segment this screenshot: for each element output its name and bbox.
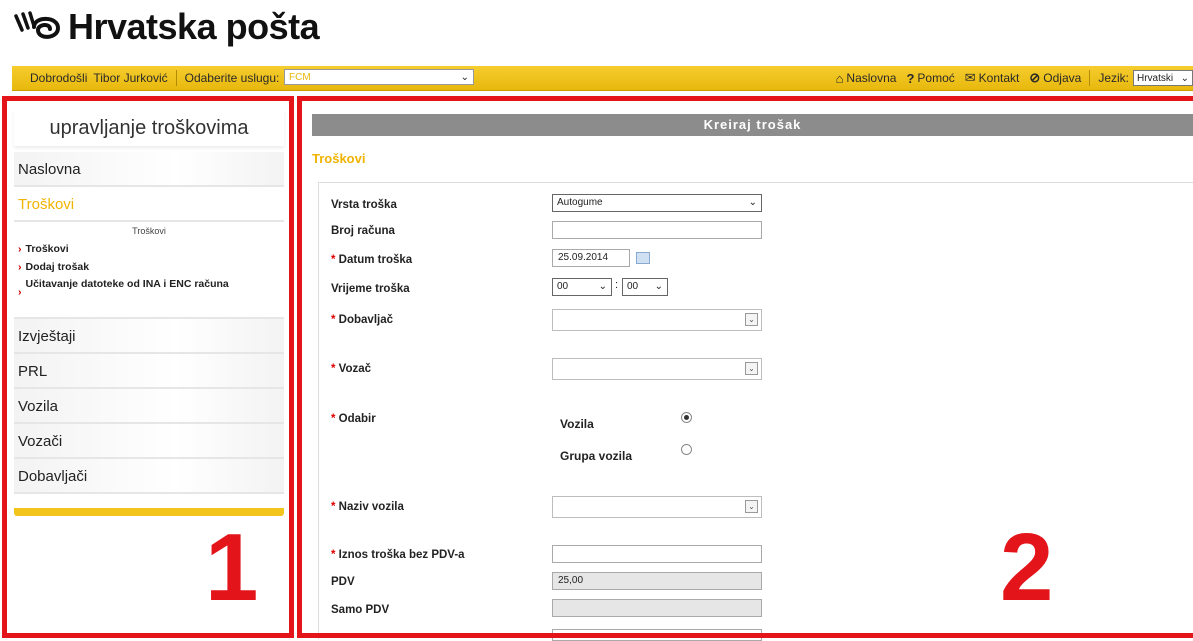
iznos-input[interactable] xyxy=(552,545,762,563)
arrow-right-icon: › xyxy=(18,261,22,273)
arrow-right-icon: › xyxy=(18,243,22,255)
iznos-label: * Iznos troška bez PDV-a xyxy=(331,549,465,561)
expense-form: Vrsta troška Autogume ⌄ Broj računa * Da… xyxy=(318,182,1193,641)
hours-select[interactable]: 00 ⌄ xyxy=(552,278,612,296)
logout-icon: ⊘ xyxy=(1029,70,1041,85)
time-separator: : xyxy=(615,279,619,291)
dobavljac-label: * Dobavljač xyxy=(331,314,393,326)
sidebar-item-troskovi[interactable]: Troškovi xyxy=(14,187,284,222)
vozac-label: * Vozač xyxy=(331,363,372,375)
service-value: FCM xyxy=(289,71,311,83)
vozac-combo[interactable]: ⌄ xyxy=(552,358,762,380)
sidebar-title: upravljanje troškovima xyxy=(14,110,284,146)
radio-grupa-vozila[interactable] xyxy=(681,444,692,455)
radio-label-vozila: Vozila xyxy=(560,417,594,431)
sidebar-item-vozila[interactable]: Vozila xyxy=(14,389,284,424)
odabir-label: * Odabir xyxy=(331,413,376,425)
chevron-down-icon: ⌄ xyxy=(748,197,757,208)
nav-contact-link[interactable]: ✉ Kontakt xyxy=(965,70,1020,86)
arrow-right-icon: › xyxy=(18,286,22,298)
top-bar: Dobrodošli Tibor Jurković Odaberite uslu… xyxy=(12,66,1193,91)
submenu-link-troskovi[interactable]: › Troškovi xyxy=(14,240,284,258)
naziv-vozila-combo[interactable]: ⌄ xyxy=(552,496,762,518)
sidebar-item-izvjestaji[interactable]: Izvještaji xyxy=(14,319,284,354)
hours-value: 00 xyxy=(557,281,569,292)
sidebar-menu: Naslovna Troškovi Troškovi › Troškovi › … xyxy=(14,152,284,494)
nav-help-label: Pomoć xyxy=(917,71,955,85)
annotation-number-1: 1 xyxy=(205,514,259,621)
nav-help-link[interactable]: ? Pomoć xyxy=(906,71,954,86)
submenu-link-label: Učitavanje datoteke od INA i ENC računa xyxy=(25,278,229,290)
minutes-value: 00 xyxy=(627,281,639,292)
submenu-link-ucitavanje[interactable]: › Učitavanje datoteke od INA i ENC račun… xyxy=(14,276,284,300)
chevron-down-icon[interactable]: ⌄ xyxy=(745,362,758,375)
user-name: Tibor Jurković xyxy=(93,71,168,85)
language-label: Jezik: xyxy=(1098,71,1129,85)
vrsta-value: Autogume xyxy=(557,197,603,208)
sidebar-item-vozaci[interactable]: Vozači xyxy=(14,424,284,459)
pdv-input: 25,00 xyxy=(552,572,762,590)
brand-logo: Hrvatska pošta xyxy=(12,6,320,48)
main-panel: Kreiraj trošak Troškovi Vrsta troška Aut… xyxy=(300,98,1193,641)
language-value: Hrvatski xyxy=(1137,72,1174,84)
brand-name: Hrvatska pošta xyxy=(68,6,320,47)
sidebar-item-prl[interactable]: PRL xyxy=(14,354,284,389)
calendar-icon[interactable] xyxy=(636,252,650,264)
submenu-link-label: Dodaj trošak xyxy=(25,261,90,273)
submenu-link-label: Troškovi xyxy=(25,243,69,255)
vrijeme-label: Vrijeme troška xyxy=(331,283,410,295)
naziv-label: * Naziv vozila xyxy=(331,501,404,513)
chevron-down-icon: ⌄ xyxy=(654,281,663,292)
sidebar-submenu: Troškovi › Troškovi › Dodaj trošak › Uči… xyxy=(14,222,284,319)
broj-label: Broj računa xyxy=(331,225,395,237)
chevron-down-icon: ⌄ xyxy=(1180,72,1189,84)
divider xyxy=(1089,70,1091,86)
section-title: Troškovi xyxy=(312,151,366,166)
annotation-number-2: 2 xyxy=(1000,514,1054,621)
datum-input[interactable]: 25.09.2014 xyxy=(552,249,630,267)
sidebar-item-naslovna[interactable]: Naslovna xyxy=(14,152,284,187)
nav-home-link[interactable]: ⌂ Naslovna xyxy=(836,71,897,86)
broj-input[interactable] xyxy=(552,221,762,239)
vrsta-select[interactable]: Autogume ⌄ xyxy=(552,194,762,212)
sidebar-item-dobavljaci[interactable]: Dobavljači xyxy=(14,459,284,494)
form-header: Kreiraj trošak xyxy=(312,114,1193,136)
service-select[interactable]: FCM ⌄ xyxy=(284,69,474,85)
nav-home-label: Naslovna xyxy=(846,71,897,85)
welcome-text: Dobrodošli xyxy=(30,71,88,85)
service-label: Odaberite uslugu: xyxy=(184,71,280,85)
radio-vozila[interactable] xyxy=(681,412,692,423)
divider xyxy=(175,70,177,86)
datum-label: * Datum troška xyxy=(331,254,413,266)
samo-pdv-label: Samo PDV xyxy=(331,604,390,616)
help-icon: ? xyxy=(906,70,915,86)
chevron-down-icon[interactable]: ⌄ xyxy=(745,500,758,513)
chevron-down-icon: ⌄ xyxy=(598,281,607,292)
next-input[interactable] xyxy=(552,629,762,641)
dobavljac-combo[interactable]: ⌄ xyxy=(552,309,762,331)
nav-logout-label: Odjava xyxy=(1043,71,1082,85)
submenu-heading: Troškovi xyxy=(132,226,166,236)
minutes-select[interactable]: 00 ⌄ xyxy=(622,278,668,296)
vrsta-label: Vrsta troška xyxy=(331,199,397,211)
posthorn-logo-icon xyxy=(14,11,61,39)
submenu-link-dodaj-trosak[interactable]: › Dodaj trošak xyxy=(14,258,284,276)
nav-contact-label: Kontakt xyxy=(978,71,1020,85)
radio-label-grupa: Grupa vozila xyxy=(560,449,633,463)
chevron-down-icon: ⌄ xyxy=(460,71,469,83)
mail-icon: ✉ xyxy=(964,70,976,85)
samo-pdv-input xyxy=(552,599,762,617)
language-select[interactable]: Hrvatski ⌄ xyxy=(1133,70,1193,86)
chevron-down-icon[interactable]: ⌄ xyxy=(745,313,758,326)
home-icon: ⌂ xyxy=(835,70,844,86)
nav-logout-link[interactable]: ⊘ Odjava xyxy=(1029,70,1081,86)
pdv-label: PDV xyxy=(331,576,355,588)
